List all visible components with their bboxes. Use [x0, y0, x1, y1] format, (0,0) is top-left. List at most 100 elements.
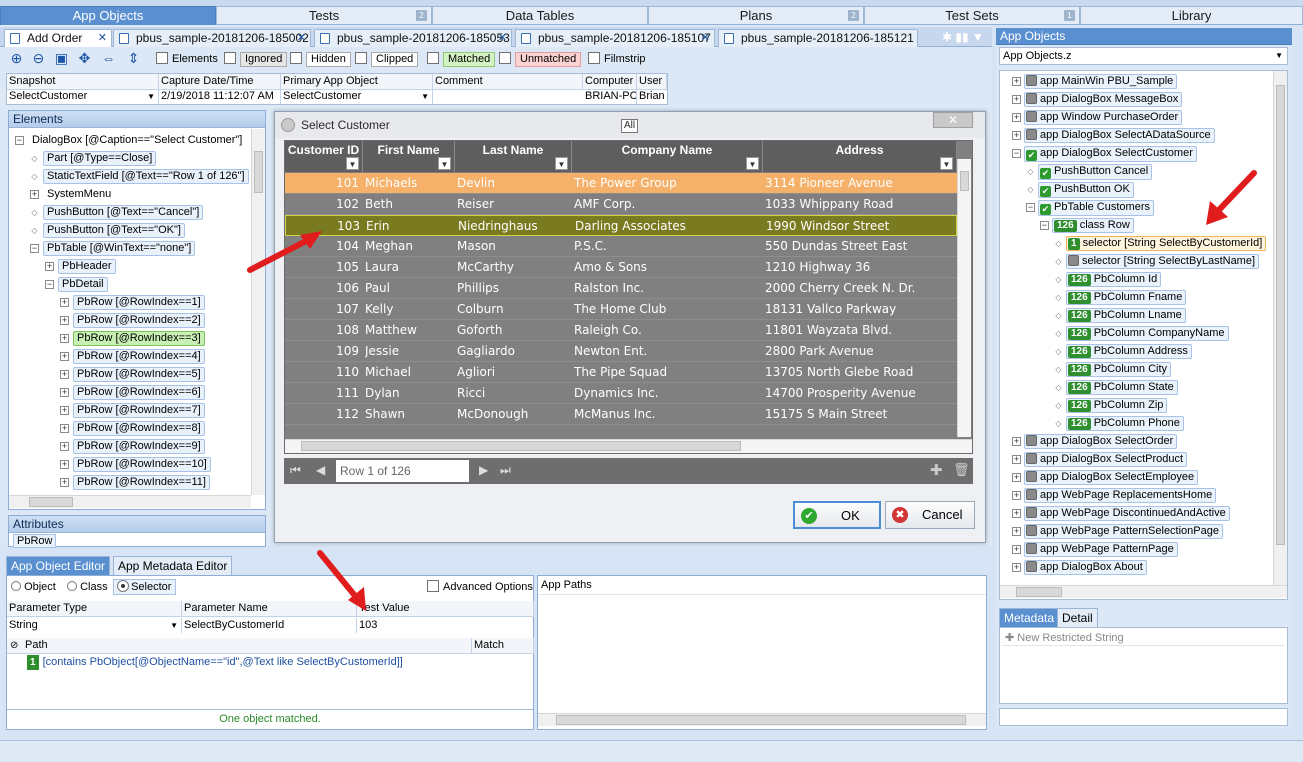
table-row[interactable]: 111 Dylan Ricci Dynamics Inc. 14700 Prosperi…	[285, 383, 957, 404]
table-row[interactable]: 112 Shawn McDonough McManus Inc. 15175 S Mai…	[285, 404, 957, 425]
expand-icon[interactable]: +	[1012, 563, 1021, 572]
element-tree-node[interactable]: + PbRow [@RowIndex==4]	[60, 349, 205, 365]
ignored-checkbox[interactable]: Ignored	[224, 52, 288, 67]
expand-icon[interactable]: +	[1012, 473, 1021, 482]
expand-icon[interactable]: +	[1012, 455, 1021, 464]
app-object-tree-node[interactable]: ◇ 126 PbColumn State	[1054, 380, 1178, 396]
table-row[interactable]: 105 Laura McCarthy Amo & Sons 1210 Highway 3…	[285, 257, 957, 278]
leaf-icon[interactable]: ◇	[1054, 327, 1063, 341]
expand-icon[interactable]: +	[30, 190, 39, 199]
doc-tab-snapshot[interactable]: pbus_sample-20181206-185121	[718, 29, 918, 47]
tab-plans[interactable]: Plans 2	[648, 6, 864, 24]
app-object-tree-node[interactable]: ◇ ✔ PushButton Cancel	[1026, 164, 1153, 180]
element-tree-node[interactable]: + PbRow [@RowIndex==6]	[60, 385, 205, 401]
leaf-icon[interactable]: ◇	[1026, 165, 1035, 179]
doc-tab-snapshot[interactable]: pbus_sample-20181206-185002 ✕	[113, 29, 311, 47]
expand-icon[interactable]: +	[1012, 527, 1021, 536]
unmatched-checkbox[interactable]: Unmatched	[499, 52, 582, 67]
filter-icon[interactable]: ▼	[438, 157, 451, 170]
radio-selector[interactable]: Selector	[113, 579, 177, 595]
element-tree-node[interactable]: ◇ PushButton [@Text=="OK"]	[30, 223, 185, 239]
tree-horizontal-scrollbar[interactable]	[1000, 585, 1287, 598]
expand-icon[interactable]: +	[1012, 131, 1021, 140]
tab-tests[interactable]: Tests 2	[216, 6, 432, 24]
tab-library[interactable]: Library	[1080, 6, 1303, 24]
collapse-icon[interactable]: −	[30, 244, 39, 253]
app-object-tree-node[interactable]: + app DialogBox SelectOrder	[1012, 434, 1178, 450]
element-tree-node[interactable]: + PbRow [@RowIndex==7]	[60, 403, 205, 419]
app-object-tree-node[interactable]: + app WebPage PatternPage	[1012, 542, 1178, 558]
app-objects-file-select[interactable]: App Objects.z ▼	[999, 47, 1288, 65]
doc-tab-snapshot[interactable]: pbus_sample-20181206-185053 ✕	[314, 29, 512, 47]
app-object-tree-node[interactable]: + app DialogBox SelectADataSource	[1012, 128, 1215, 144]
app-object-tree-node[interactable]: − ✔ PbTable Customers	[1026, 200, 1154, 216]
expand-icon[interactable]: +	[1012, 545, 1021, 554]
delete-record-icon[interactable]: 🗑	[953, 462, 970, 478]
table-row[interactable]: 102 Beth Reiser AMF Corp. 1033 Whippany Road	[285, 194, 957, 215]
parameter-name-field[interactable]: SelectByCustomerId	[182, 618, 357, 633]
elements-horizontal-scrollbar[interactable]	[9, 495, 251, 508]
expand-icon[interactable]: +	[1012, 491, 1021, 500]
app-object-tree-node[interactable]: ◇ 126 PbColumn Phone	[1054, 416, 1184, 432]
expand-icon[interactable]: +	[1012, 437, 1021, 446]
app-object-tree-node[interactable]: ◇ 126 PbColumn Lname	[1054, 308, 1186, 324]
record-position-field[interactable]: Row 1 of 126	[336, 460, 469, 482]
app-object-tree-node[interactable]: ◇ 1 selector [String SelectByCustomerId]	[1054, 236, 1267, 252]
table-row[interactable]: 109 Jessie Gagliardo Newton Ent. 2800 Park A…	[285, 341, 957, 362]
app-object-tree-node[interactable]: −126 class Row	[1040, 218, 1134, 234]
leaf-icon[interactable]: ◇	[1054, 255, 1063, 269]
element-tree-node[interactable]: + PbRow [@RowIndex==8]	[60, 421, 205, 437]
table-row[interactable]: 108 Matthew Goforth Raleigh Co. 11801 Wayzat…	[285, 320, 957, 341]
column-header-address[interactable]: Address ▼	[763, 141, 957, 172]
element-tree-node[interactable]: + PbRow [@RowIndex==11]	[60, 475, 210, 491]
tab-test-sets[interactable]: Test Sets 1	[864, 6, 1080, 24]
first-record-icon[interactable]: ⏮	[290, 463, 301, 478]
app-object-tree-node[interactable]: + app Window PurchaseOrder	[1012, 110, 1183, 126]
new-restricted-string-button[interactable]: ✚ New Restricted String	[1002, 630, 1285, 646]
table-row[interactable]: 106 Paul Phillips Ralston Inc. 2000 Cherry C…	[285, 278, 957, 299]
element-tree-node[interactable]: − PbDetail	[45, 277, 108, 293]
element-tree-node[interactable]: − DialogBox [@Caption=="Select Customer"]	[15, 133, 246, 149]
collapse-icon[interactable]: −	[45, 280, 54, 289]
leaf-icon[interactable]: ◇	[1026, 183, 1035, 197]
table-row[interactable]: 110 Michael Agliori The Pipe Squad 13705 Nor…	[285, 362, 957, 383]
close-icon[interactable]: ✕	[701, 30, 710, 46]
leaf-icon[interactable]: ◇	[30, 151, 39, 166]
table-row[interactable]: 101 Michaels Devlin The Power Group 3114 Pio…	[285, 173, 957, 194]
leaf-icon[interactable]: ◇	[1054, 399, 1063, 413]
hidden-checkbox[interactable]: Hidden	[290, 52, 351, 67]
expand-icon[interactable]: +	[45, 262, 54, 271]
elements-checkbox[interactable]: Elements	[156, 52, 218, 67]
element-tree-node[interactable]: − PbTable [@WinText=="none"]	[30, 241, 196, 257]
path-row[interactable]: 1 [contains PbObject[@ObjectName=="id",@T…	[25, 655, 471, 670]
close-icon[interactable]: ✕	[297, 30, 306, 46]
leaf-icon[interactable]: ◇	[1054, 237, 1063, 251]
clipped-checkbox[interactable]: Clipped	[355, 52, 419, 67]
expand-icon[interactable]: +	[1012, 113, 1021, 122]
test-value-field[interactable]: 103	[357, 618, 534, 633]
parameter-type-select[interactable]: String ▼	[7, 618, 182, 633]
expand-icon[interactable]: +	[60, 370, 69, 379]
snapshot-select[interactable]: SelectCustomer ▼	[7, 89, 159, 104]
table-row[interactable]: 103 Erin Niedringhaus Darling Associates 199…	[285, 215, 957, 236]
dialog-close-button[interactable]: ✕	[933, 112, 973, 128]
table-horizontal-scrollbar[interactable]	[285, 439, 972, 453]
leaf-icon[interactable]: ◇	[30, 223, 39, 238]
fit-height-icon[interactable]: ⇕	[126, 51, 141, 66]
leaf-icon[interactable]: ◇	[1054, 291, 1063, 305]
app-object-tree-node[interactable]: ◇ 126 PbColumn Zip	[1054, 398, 1168, 414]
tab-app-object-editor[interactable]: App Object Editor	[6, 556, 111, 575]
element-tree-node[interactable]: + PbHeader	[45, 259, 116, 275]
tab-data-tables[interactable]: Data Tables	[432, 6, 648, 24]
advanced-options-checkbox[interactable]: Advanced Options	[427, 580, 533, 595]
expand-icon[interactable]: +	[60, 460, 69, 469]
app-paths-horizontal-scrollbar[interactable]	[538, 713, 986, 726]
element-tree-node[interactable]: + SystemMenu	[30, 187, 115, 203]
app-object-tree-node[interactable]: ◇ 126 PbColumn Fname	[1054, 290, 1187, 306]
app-object-tree-node[interactable]: ◇ 126 PbColumn City	[1054, 362, 1172, 378]
app-object-tree-node[interactable]: + app DialogBox MessageBox	[1012, 92, 1183, 108]
app-object-tree-node[interactable]: ◇ 126 PbColumn Address	[1054, 344, 1192, 360]
leaf-icon[interactable]: ◇	[1054, 345, 1063, 359]
app-object-tree-node[interactable]: + app WebPage DiscontinuedAndActive	[1012, 506, 1230, 522]
expand-icon[interactable]: +	[60, 442, 69, 451]
